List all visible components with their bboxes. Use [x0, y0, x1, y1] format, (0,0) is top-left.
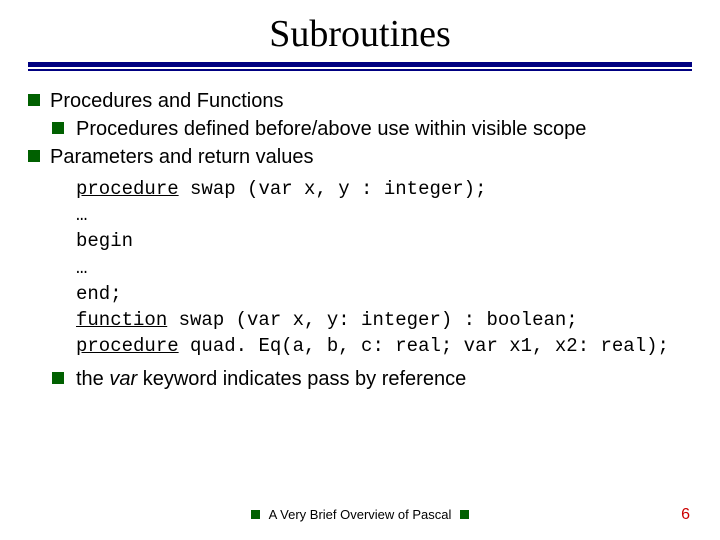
title-divider [28, 62, 692, 72]
divider-bar-main [28, 62, 692, 67]
content-area: Procedures and Functions Procedures defi… [28, 88, 692, 392]
code-text: swap (var x, y : integer); [179, 178, 487, 200]
slide: Subroutines Procedures and Functions Pro… [0, 0, 720, 540]
bullet-keyword: var [109, 368, 137, 390]
divider-bar-sub [28, 69, 692, 71]
footer: A Very Brief Overview of Pascal [0, 507, 720, 522]
code-line: begin [76, 228, 692, 254]
bullet-level2: the var keyword indicates pass by refere… [28, 366, 692, 392]
footer-label: A Very Brief Overview of Pascal [251, 507, 470, 522]
bullet-text: the [76, 368, 109, 390]
code-line: … [76, 255, 692, 281]
code-text: swap (var x, y: integer) : boolean; [167, 309, 577, 331]
code-keyword: procedure [76, 335, 179, 357]
code-line: procedure swap (var x, y : integer); [76, 176, 692, 202]
code-line: function swap (var x, y: integer) : bool… [76, 307, 692, 333]
code-keyword: procedure [76, 178, 179, 200]
slide-title: Subroutines [28, 12, 692, 56]
bullet-level1: Procedures and Functions [28, 88, 692, 114]
bullet-level1: Parameters and return values [28, 144, 692, 170]
bullet-level2: Procedures defined before/above use with… [28, 116, 692, 142]
code-line: end; [76, 281, 692, 307]
code-line: procedure quad. Eq(a, b, c: real; var x1… [76, 333, 692, 359]
code-keyword: function [76, 309, 167, 331]
code-text: quad. Eq(a, b, c: real; var x1, x2: real… [179, 335, 669, 357]
page-number: 6 [681, 506, 690, 524]
code-line: … [76, 202, 692, 228]
code-block: procedure swap (var x, y : integer); … b… [76, 176, 692, 360]
bullet-text: keyword indicates pass by reference [137, 368, 466, 390]
